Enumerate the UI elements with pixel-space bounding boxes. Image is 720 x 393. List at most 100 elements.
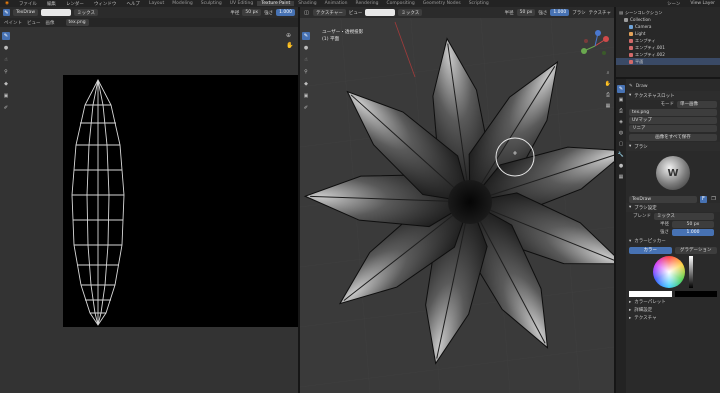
viewport-clone-tool-icon[interactable]: ⚲: [302, 68, 310, 76]
mode-select[interactable]: テクスチャー: [313, 9, 346, 16]
tab-geometry-nodes[interactable]: Geometry Nodes: [419, 1, 465, 6]
output-tab-icon[interactable]: ⎙: [617, 107, 625, 115]
color-wheel[interactable]: [653, 256, 685, 288]
3d-viewport[interactable]: ◫ テクスチャー ビュー ミックス 半径 50 px 強さ 1.000 ブラシ …: [300, 7, 614, 393]
viewport-fill-tool-icon[interactable]: ◆: [302, 80, 310, 88]
menu-window[interactable]: ウィンドウ: [89, 1, 122, 7]
soften-tool-icon[interactable]: ●: [2, 44, 10, 52]
tab-animation[interactable]: Animation: [321, 1, 352, 6]
menu-file[interactable]: ファイル: [14, 1, 42, 7]
primary-color-swatch[interactable]: [629, 291, 672, 297]
mode-select[interactable]: 単一画像: [677, 100, 717, 108]
outliner-item[interactable]: Light: [616, 30, 720, 37]
uv-map-select[interactable]: UVマップ: [629, 116, 717, 124]
color-swatch[interactable]: [41, 9, 72, 16]
menu-paint[interactable]: ペイント: [4, 20, 22, 26]
image-select[interactable]: tex.png: [629, 108, 717, 116]
editor-type-icon[interactable]: ◫: [303, 9, 310, 16]
scene-selector[interactable]: シーン: [662, 1, 685, 7]
viewport-radius-field[interactable]: 50 px: [516, 9, 536, 16]
blend-select[interactable]: ミックス: [654, 212, 714, 220]
radius-field[interactable]: 50 px: [672, 220, 714, 228]
menu-render[interactable]: レンダー: [61, 1, 89, 7]
brush-settings-panel[interactable]: ▾ ブラシ設定: [626, 203, 720, 212]
texture-subpanel[interactable]: ▸ テクスチャ: [626, 314, 720, 322]
brush-preview-icon[interactable]: W: [656, 156, 690, 190]
viewport-draw-tool-icon[interactable]: ✎: [302, 32, 310, 40]
clone-tool-icon[interactable]: ⚲: [2, 68, 10, 76]
brush-name-field[interactable]: TexDraw: [13, 9, 39, 16]
fill-tool-icon[interactable]: ◆: [2, 80, 10, 88]
view-layer-selector[interactable]: View Layer: [685, 1, 720, 6]
viewport-annotate-tool-icon[interactable]: ✐: [302, 104, 310, 112]
viewport-color-swatch[interactable]: [365, 9, 396, 16]
brush-name-field[interactable]: TexDraw: [629, 195, 697, 203]
tab-gradient[interactable]: グラデーション: [674, 246, 717, 254]
navigation-gizmo[interactable]: [578, 29, 612, 63]
color-palette-subpanel[interactable]: ▸ カラーパレット: [626, 298, 720, 306]
material-tab-icon[interactable]: ●: [617, 162, 625, 170]
outliner-item[interactable]: Camera: [616, 23, 720, 30]
tab-texture-paint[interactable]: Texture Paint: [257, 1, 295, 6]
tab-uv-editing[interactable]: UV Editing: [226, 1, 257, 6]
outliner-item[interactable]: 平面: [616, 58, 720, 65]
tab-color[interactable]: カラー: [629, 246, 672, 254]
menu-edit[interactable]: 編集: [42, 1, 61, 7]
viewport-smear-tool-icon[interactable]: ☝: [302, 56, 310, 64]
tab-scripting[interactable]: Scripting: [465, 1, 493, 6]
blender-logo-icon[interactable]: ◉: [0, 1, 14, 6]
viewport-mask-tool-icon[interactable]: ▣: [302, 92, 310, 100]
interpolation-select[interactable]: リニア: [629, 124, 717, 132]
tab-rendering[interactable]: Rendering: [352, 1, 383, 6]
menu-view[interactable]: ビュー: [27, 20, 41, 26]
menu-view-3d[interactable]: ビュー: [349, 10, 363, 16]
object-tab-icon[interactable]: ▢: [617, 140, 625, 148]
brush-icon[interactable]: ✎: [3, 9, 10, 16]
image-name-field[interactable]: tex.png: [65, 19, 89, 26]
fake-user-icon[interactable]: F: [700, 195, 707, 203]
world-tab-icon[interactable]: ◍: [617, 129, 625, 137]
scene-tab-icon[interactable]: ◈: [617, 118, 625, 126]
camera-view-icon[interactable]: ⎙: [604, 91, 612, 99]
tab-layout[interactable]: Layout: [145, 1, 168, 6]
strength-field[interactable]: 1.000: [276, 9, 295, 16]
blend-mode-select[interactable]: ミックス: [74, 9, 98, 16]
uv-canvas[interactable]: [63, 75, 298, 327]
outliner-item[interactable]: Collection: [616, 16, 720, 23]
menu-help[interactable]: ヘルプ: [121, 1, 145, 7]
viewport-blend-select[interactable]: ミックス: [398, 9, 423, 16]
outliner-item[interactable]: エンプティ: [616, 37, 720, 44]
mask-tool-icon[interactable]: ▣: [2, 92, 10, 100]
color-picker-subpanel[interactable]: ▾ カラーピッカー: [626, 236, 720, 246]
menu-image[interactable]: 画像: [46, 20, 55, 26]
image-editor-nav-gizmo[interactable]: ⊕ ✋: [286, 31, 293, 51]
texture-settings-menu[interactable]: テクスチャ: [589, 10, 611, 16]
tool-tab-icon[interactable]: ✎: [617, 85, 625, 93]
tab-shading[interactable]: Shading: [294, 1, 320, 6]
viewport-strength-field[interactable]: 1.000: [550, 9, 570, 16]
tab-compositing[interactable]: Compositing: [383, 1, 419, 6]
value-slider[interactable]: [689, 256, 693, 288]
duplicate-brush-icon[interactable]: ❐: [710, 196, 717, 203]
strength-field[interactable]: 1.000: [672, 228, 714, 236]
perspective-toggle-icon[interactable]: ▦: [604, 102, 612, 110]
tab-modeling[interactable]: Modeling: [168, 1, 196, 6]
texture-tab-icon[interactable]: ▦: [617, 173, 625, 181]
save-all-images-button[interactable]: 画像をすべて保存: [629, 133, 717, 141]
brushes-panel[interactable]: ▾ ブラシ: [626, 142, 720, 151]
annotate-tool-icon[interactable]: ✐: [2, 104, 10, 112]
viewport-soften-tool-icon[interactable]: ●: [302, 44, 310, 52]
tab-sculpting[interactable]: Sculpting: [197, 1, 226, 6]
draw-tool-icon[interactable]: ✎: [2, 32, 10, 40]
advanced-subpanel[interactable]: ▸ 詳細設定: [626, 306, 720, 314]
zoom-icon[interactable]: ⌕: [604, 69, 612, 77]
render-tab-icon[interactable]: ▣: [617, 96, 625, 104]
modifier-tab-icon[interactable]: 🔧: [617, 151, 625, 159]
texture-slots-panel[interactable]: ▾ テクスチャスロット: [626, 91, 720, 100]
brush-settings-menu[interactable]: ブラシ: [572, 10, 585, 16]
outliner-item[interactable]: エンプティ.002: [616, 51, 720, 58]
secondary-color-swatch[interactable]: [674, 291, 717, 297]
outliner-item[interactable]: エンプティ.001: [616, 44, 720, 51]
smear-tool-icon[interactable]: ☝: [2, 56, 10, 64]
pan-icon[interactable]: ✋: [604, 80, 612, 88]
